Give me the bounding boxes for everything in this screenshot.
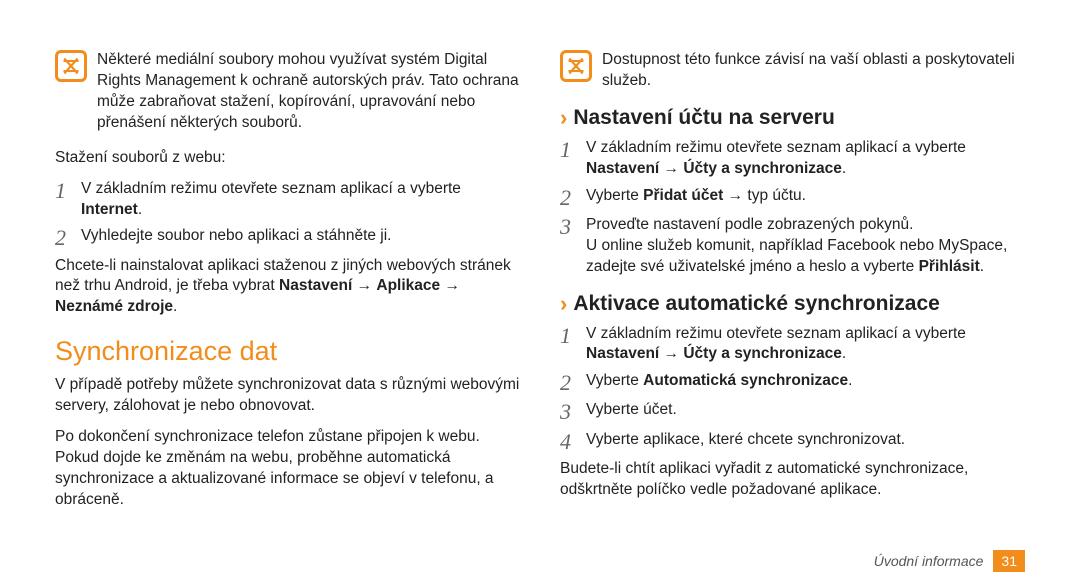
step-text: Vyberte aplikace, které chcete synchroni…	[586, 430, 905, 451]
step-row: 4 Vyberte aplikace, které chcete synchro…	[560, 430, 1025, 453]
step-row: 1 V základním režimu otevřete seznam apl…	[560, 138, 1025, 180]
note-icon	[560, 50, 592, 82]
step-number: 3	[560, 215, 576, 238]
step-text: Vyberte Automatická synchronizace.	[586, 371, 852, 392]
para-sync-behavior: Po dokončení synchronizace telefon zůsta…	[55, 427, 520, 511]
page-content: Některé mediální soubory mohou využívat …	[0, 0, 1080, 561]
para-download-heading: Stažení souborů z webu:	[55, 148, 520, 169]
step-row: 2 Vyberte Automatická synchronizace.	[560, 371, 1025, 394]
step-text: Proveďte nastavení podle zobrazených pok…	[586, 215, 1025, 278]
right-column: Dostupnost této funkce závisí na vaší ob…	[560, 50, 1025, 521]
step-row: 2 Vyberte Přidat účet → typ účtu.	[560, 186, 1025, 209]
para-sync-intro: V případě potřeby můžete synchronizovat …	[55, 375, 520, 417]
footer-section: Úvodní informace	[874, 553, 984, 569]
step-number: 2	[560, 371, 576, 394]
step-row: 3 Vyberte účet.	[560, 400, 1025, 423]
step-text: Vyberte Přidat účet → typ účtu.	[586, 186, 806, 207]
chevron-right-icon: ›	[560, 293, 567, 315]
note-text: Některé mediální soubory mohou využívat …	[97, 50, 520, 134]
heading-auto-sync: › Aktivace automatické synchronizace	[560, 292, 1025, 316]
para-install-note: Chcete-li nainstalovat aplikaci staženou…	[55, 256, 520, 319]
note-text: Dostupnost této funkce závisí na vaší ob…	[602, 50, 1025, 92]
step-number: 2	[55, 226, 71, 249]
step-row: 1 V základním režimu otevřete seznam apl…	[560, 324, 1025, 366]
step-number: 2	[560, 186, 576, 209]
step-text: Vyhledejte soubor nebo aplikaci a stáhně…	[81, 226, 392, 247]
step-number: 4	[560, 430, 576, 453]
step-row: 3 Proveďte nastavení podle zobrazených p…	[560, 215, 1025, 278]
note-availability: Dostupnost této funkce závisí na vaší ob…	[560, 50, 1025, 92]
step-number: 1	[560, 138, 576, 161]
step-number: 1	[560, 324, 576, 347]
left-column: Některé mediální soubory mohou využívat …	[55, 50, 520, 521]
heading-account-setup: › Nastavení účtu na serveru	[560, 106, 1025, 130]
step-text: V základním režimu otevřete seznam aplik…	[586, 324, 1025, 366]
step-row: 2 Vyhledejte soubor nebo aplikaci a stáh…	[55, 226, 520, 249]
step-text: V základním režimu otevřete seznam aplik…	[586, 138, 1025, 180]
chevron-right-icon: ›	[560, 107, 567, 129]
page-footer: Úvodní informace 31	[874, 550, 1025, 572]
para-autosync-remove: Budete-li chtít aplikaci vyřadit z autom…	[560, 459, 1025, 501]
step-text: V základním režimu otevřete seznam aplik…	[81, 179, 520, 221]
note-icon	[55, 50, 87, 82]
step-text: Vyberte účet.	[586, 400, 677, 421]
note-drm: Některé mediální soubory mohou využívat …	[55, 50, 520, 134]
heading-synchronizace: Synchronizace dat	[55, 336, 520, 367]
step-row: 1 V základním režimu otevřete seznam apl…	[55, 179, 520, 221]
step-number: 3	[560, 400, 576, 423]
step-number: 1	[55, 179, 71, 202]
page-number: 31	[993, 550, 1025, 572]
